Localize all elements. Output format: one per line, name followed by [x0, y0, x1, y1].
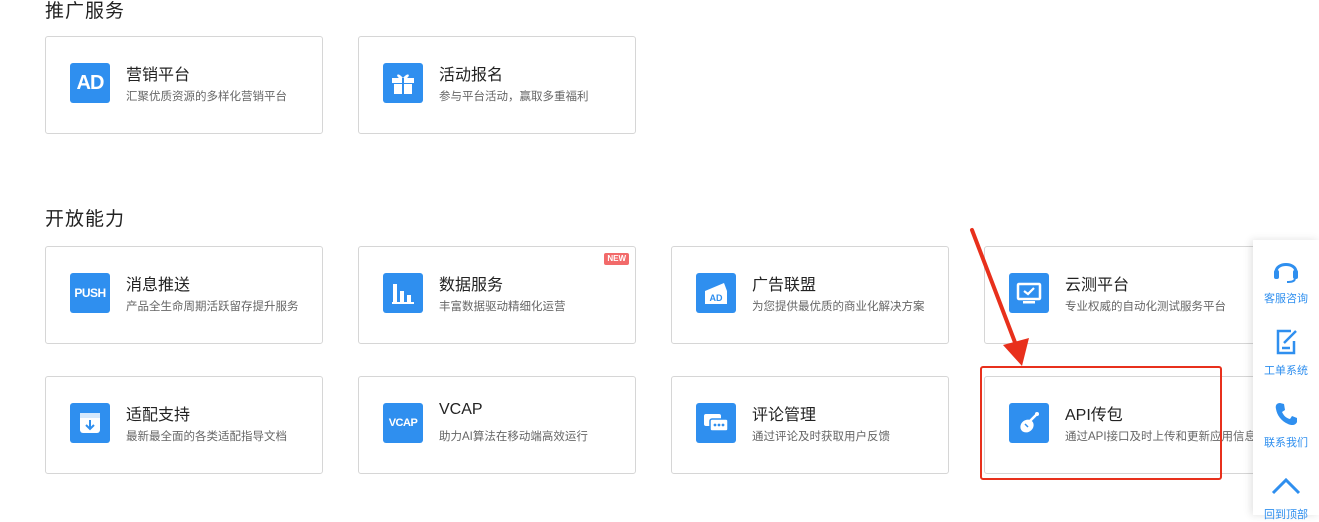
float-ticket-system[interactable]: 工单系统 — [1253, 328, 1319, 378]
vcap-icon: VCAP — [383, 403, 423, 443]
card-title: API传包 — [1065, 407, 1123, 424]
download-box-icon — [70, 403, 110, 443]
section-title-promotion: 推广服务 — [45, 1, 126, 22]
float-label: 客服咨询 — [1264, 293, 1308, 305]
card-comment-management[interactable]: 评论管理 通过评论及时获取用户反馈 — [671, 376, 949, 474]
card-description: 汇聚优质资源的多样化营销平台 — [126, 91, 287, 103]
card-title: 云测平台 — [1065, 277, 1130, 294]
card-title: 评论管理 — [752, 407, 817, 424]
card-description: 丰富数据驱动精细化运营 — [439, 301, 566, 313]
card-cloud-testing[interactable]: 云测平台 专业权威的自动化测试服务平台 — [984, 246, 1262, 344]
monitor-icon — [1009, 273, 1049, 313]
float-label: 回到顶部 — [1264, 509, 1308, 521]
float-label: 工单系统 — [1264, 365, 1308, 377]
edit-document-icon — [1253, 328, 1319, 356]
comment-icon — [696, 403, 736, 443]
float-customer-service[interactable]: 客服咨询 — [1253, 256, 1319, 306]
float-label: 联系我们 — [1264, 437, 1308, 449]
floating-service-bar: 客服咨询 工单系统 联系我们 回到顶部 — [1253, 240, 1319, 521]
card-title: 广告联盟 — [752, 277, 817, 294]
card-description: 助力AI算法在移动端高效运行 — [439, 431, 588, 443]
card-description: 通过API接口及时上传和更新应用信息 — [1065, 431, 1257, 443]
svg-text:AD: AD — [710, 293, 723, 303]
ad-icon: AD — [70, 63, 110, 103]
card-api-upload[interactable]: API传包 通过API接口及时上传和更新应用信息 — [984, 376, 1262, 474]
card-description: 专业权威的自动化测试服务平台 — [1065, 301, 1226, 313]
headset-icon — [1253, 256, 1319, 284]
card-title: 营销平台 — [126, 67, 191, 84]
card-event-registration[interactable]: 活动报名 参与平台活动，赢取多重福利 — [358, 36, 636, 134]
card-title: VCAP — [439, 401, 483, 418]
phone-icon — [1253, 400, 1319, 428]
upload-api-icon — [1009, 403, 1049, 443]
card-title: 消息推送 — [126, 277, 191, 294]
section-title-open-capabilities: 开放能力 — [45, 209, 126, 230]
card-adaptation-support[interactable]: 适配支持 最新最全面的各类适配指导文档 — [45, 376, 323, 474]
card-data-service[interactable]: NEW 数据服务 丰富数据驱动精细化运营 — [358, 246, 636, 344]
bar-chart-icon — [383, 273, 423, 313]
card-ad-union[interactable]: AD 广告联盟 为您提供最优质的商业化解决方案 — [671, 246, 949, 344]
card-vcap[interactable]: VCAP VCAP 助力AI算法在移动端高效运行 — [358, 376, 636, 474]
card-description: 参与平台活动，赢取多重福利 — [439, 91, 589, 103]
card-marketing-platform[interactable]: AD 营销平台 汇聚优质资源的多样化营销平台 — [45, 36, 323, 134]
float-contact-us[interactable]: 联系我们 — [1253, 400, 1319, 450]
card-description: 通过评论及时获取用户反馈 — [752, 431, 890, 443]
card-description: 产品全生命周期活跃留存提升服务 — [126, 301, 299, 313]
push-icon: PUSH — [70, 273, 110, 313]
card-description: 为您提供最优质的商业化解决方案 — [752, 301, 925, 313]
gift-icon — [383, 63, 423, 103]
ad-union-icon: AD — [696, 273, 736, 313]
new-badge: NEW — [604, 253, 629, 265]
card-push[interactable]: PUSH 消息推送 产品全生命周期活跃留存提升服务 — [45, 246, 323, 344]
card-title: 活动报名 — [439, 67, 504, 84]
chevron-up-icon — [1253, 472, 1319, 500]
card-title: 适配支持 — [126, 407, 191, 424]
card-title: 数据服务 — [439, 277, 504, 294]
card-description: 最新最全面的各类适配指导文档 — [126, 431, 287, 443]
